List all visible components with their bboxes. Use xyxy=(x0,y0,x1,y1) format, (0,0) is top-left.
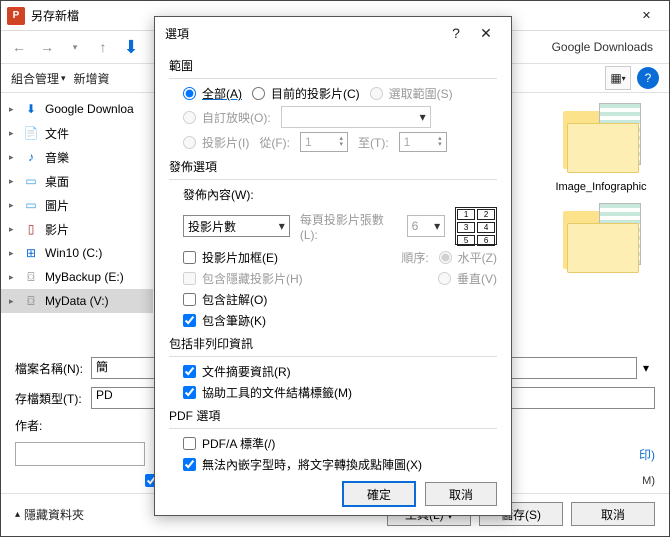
handout-layout-icon: 123456 xyxy=(455,207,497,245)
nav-item-label: 文件 xyxy=(45,125,69,142)
expand-caret-icon[interactable]: ▸ xyxy=(9,152,14,163)
nav-item-icon: ⬇ xyxy=(23,101,39,117)
radio-all[interactable]: 全部(A) xyxy=(183,85,242,102)
dialog-help-button[interactable]: ? xyxy=(441,19,471,47)
radio-slides: 投影片(I) xyxy=(183,134,249,151)
nav-item-label: 音樂 xyxy=(45,149,69,166)
cb-hidden-slides: 包含隱藏投影片(H) xyxy=(183,270,303,287)
folder-item[interactable] xyxy=(553,203,649,281)
folder-item[interactable]: Image_Infographic xyxy=(553,103,649,193)
organize-menu[interactable]: 組合管理 ▾ xyxy=(11,70,66,87)
dialog-cancel-button[interactable]: 取消 xyxy=(425,482,497,506)
nav-item-label: MyData (V:) xyxy=(45,294,109,308)
nav-item[interactable]: ▸ ⌼ MyBackup (E:) xyxy=(1,265,153,289)
order-label: 順序: xyxy=(401,249,428,266)
nav-item[interactable]: ▸ ▯ 影片 xyxy=(1,217,153,241)
powerpoint-icon: P xyxy=(7,7,25,25)
nav-item-label: Win10 (C:) xyxy=(45,246,102,260)
nav-item-icon: ▭ xyxy=(23,197,39,213)
nav-item[interactable]: ▸ ⌼ MyData (V:) xyxy=(1,289,153,313)
help-button[interactable]: ? xyxy=(637,67,659,89)
nav-item-icon: ♪ xyxy=(23,149,39,165)
radio-selection: 選取範圍(S) xyxy=(370,85,453,102)
nav-tree: ▸ ⬇ Google Downloa ▸ 📄 文件 ▸ ♪ 音樂 ▸ ▭ 桌面 ▸ ▭ 圖片 ▸ ▯ 影片 ▸ ⊞ Wi… xyxy=(1,93,153,353)
radio-custom-show: 自訂放映(O): xyxy=(183,109,271,126)
download-arrow-icon: ⬇ xyxy=(119,35,143,59)
expand-caret-icon[interactable]: ▸ xyxy=(9,176,14,187)
publish-what-label: 發佈內容(W): xyxy=(183,186,254,203)
filename-label: 檔案名稱(N): xyxy=(15,360,91,377)
options-dialog: 選項 ? ✕ 範圍 全部(A) 目前的投影片(C) 選取範圍(S) 自訂放映(O… xyxy=(154,16,512,516)
author-label: 作者: xyxy=(15,417,71,434)
expand-caret-icon[interactable]: ▸ xyxy=(9,128,14,139)
cb-doc-properties[interactable]: 文件摘要資訊(R) xyxy=(183,363,291,380)
nav-item-icon: ⌼ xyxy=(23,293,39,309)
nav-item-label: 影片 xyxy=(45,221,69,238)
nav-item[interactable]: ▸ ▭ 圖片 xyxy=(1,193,153,217)
expand-caret-icon[interactable]: ▸ xyxy=(9,200,14,211)
per-page-label: 每頁投影片張數(L): xyxy=(300,211,397,242)
nav-item[interactable]: ▸ 📄 文件 xyxy=(1,121,153,145)
cb-bitmap-text[interactable]: 無法內嵌字型時，將文字轉換成點陣圖(X) xyxy=(183,456,422,473)
cb-accessibility-tags[interactable]: 協助工具的文件結構標籤(M) xyxy=(183,384,352,401)
address-tail: Google Downloads xyxy=(542,36,663,58)
expand-caret-icon[interactable]: ▸ xyxy=(9,296,14,307)
radio-vertical: 垂直(V) xyxy=(438,270,497,287)
new-folder-button[interactable]: 新增資 xyxy=(74,70,110,87)
radio-horizontal: 水平(Z) xyxy=(439,249,497,266)
up-button[interactable]: ↑ xyxy=(91,35,115,59)
recent-dropdown[interactable]: ▾ xyxy=(63,35,87,59)
nav-item-icon: ▯ xyxy=(23,221,39,237)
dialog-close-button[interactable]: ✕ xyxy=(471,19,501,47)
nav-item-icon: ▭ xyxy=(23,173,39,189)
expand-caret-icon[interactable]: ▸ xyxy=(9,248,14,259)
radio-current[interactable]: 目前的投影片(C) xyxy=(252,85,360,102)
nav-item-icon: ⌼ xyxy=(23,269,39,285)
per-page-select: 6▾ xyxy=(407,215,445,237)
cancel-button[interactable]: 取消 xyxy=(571,502,655,526)
filetype-label: 存檔類型(T): xyxy=(15,390,91,407)
nav-item-label: MyBackup (E:) xyxy=(45,270,124,284)
section-publish: 發佈選項 xyxy=(169,158,497,175)
forward-button[interactable]: → xyxy=(35,35,59,59)
cb-ink[interactable]: 包含筆跡(K) xyxy=(183,312,266,329)
view-mode-button[interactable]: ▦ ▾ xyxy=(605,66,631,90)
nav-item-icon: 📄 xyxy=(23,125,39,141)
nav-item-icon: ⊞ xyxy=(23,245,39,261)
publish-what-select[interactable]: 投影片數▾ xyxy=(183,215,290,237)
nav-item[interactable]: ▸ ⬇ Google Downloa xyxy=(1,97,153,121)
expand-caret-icon[interactable]: ▸ xyxy=(9,224,14,235)
nav-item[interactable]: ▸ ♪ 音樂 xyxy=(1,145,153,169)
nav-item-label: 圖片 xyxy=(45,197,69,214)
close-icon[interactable]: ✕ xyxy=(624,1,669,30)
nav-item[interactable]: ▸ ⊞ Win10 (C:) xyxy=(1,241,153,265)
cb-comments[interactable]: 包含註解(O) xyxy=(183,291,267,308)
back-button[interactable]: ← xyxy=(7,35,31,59)
cb-pdfa[interactable]: PDF/A 標準(/) xyxy=(183,435,275,452)
to-input: 1▴▾ xyxy=(399,132,447,152)
section-nonprint: 包括非列印資訊 xyxy=(169,335,497,352)
expand-caret-icon[interactable]: ▸ xyxy=(9,104,14,115)
expand-caret-icon[interactable]: ▸ xyxy=(9,272,14,283)
section-range: 範圍 xyxy=(169,57,497,74)
dialog-title: 選項 xyxy=(165,25,441,42)
options-link-partial[interactable]: 印) xyxy=(639,446,655,463)
section-pdf: PDF 選項 xyxy=(169,407,497,424)
nav-item-label: 桌面 xyxy=(45,173,69,190)
custom-show-select: ▾ xyxy=(281,106,431,128)
nav-item[interactable]: ▸ ▭ 桌面 xyxy=(1,169,153,193)
from-input: 1▴▾ xyxy=(300,132,348,152)
ok-button[interactable]: 確定 xyxy=(343,482,415,506)
cb-frame[interactable]: 投影片加框(E) xyxy=(183,249,278,266)
nav-item-label: Google Downloa xyxy=(45,102,134,116)
